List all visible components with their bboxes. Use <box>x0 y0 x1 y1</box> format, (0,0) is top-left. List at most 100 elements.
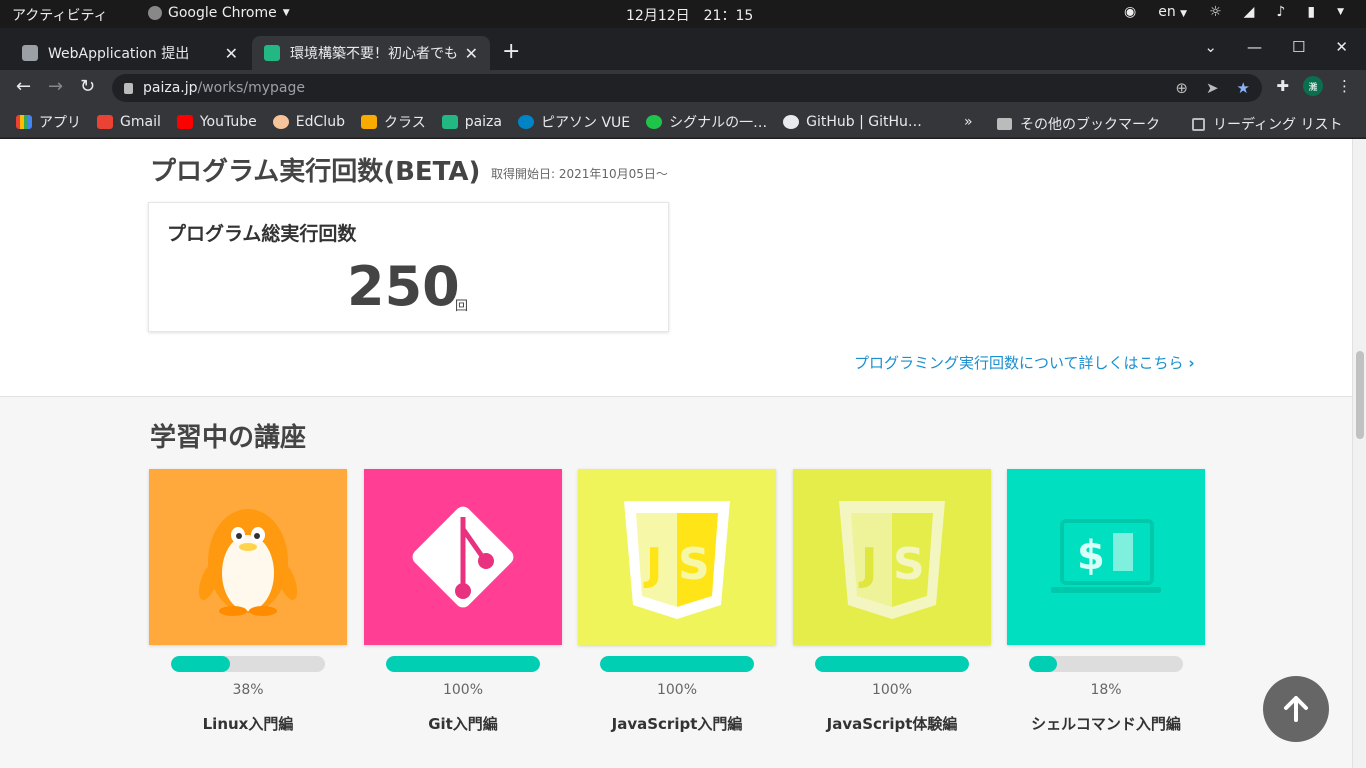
course-name[interactable]: Git入門編 <box>364 713 562 734</box>
bookmark-class[interactable]: クラス <box>360 112 426 132</box>
bookmark-edclub[interactable]: EdClub <box>272 114 345 130</box>
discord-icon[interactable]: ◉ <box>1124 4 1136 20</box>
scrollbar-thumb[interactable] <box>1356 351 1364 439</box>
progress-bar <box>600 656 754 672</box>
bookmark-gmail[interactable]: Gmail <box>97 114 161 130</box>
course-card-git[interactable]: 100% Git入門編 <box>364 469 562 734</box>
bookmark-youtube[interactable]: YouTube <box>176 113 257 130</box>
bookmark-label: ピアソン VUE <box>541 114 631 131</box>
course-card-javascript-intro[interactable]: J S 100% JavaScript入門編 <box>578 469 776 734</box>
url-path: /works/mypage <box>197 80 306 96</box>
tab-webapplication[interactable]: WebApplication 提出 ✕ <box>10 36 250 70</box>
svg-text:J: J <box>858 539 877 590</box>
minimize-icon[interactable]: — <box>1247 38 1262 56</box>
folder-icon <box>997 118 1012 130</box>
bookmark-pearson[interactable]: ピアソン VUE <box>518 112 630 132</box>
progress-percent: 100% <box>442 682 484 698</box>
bookmark-paiza[interactable]: paiza <box>441 113 502 130</box>
svg-text:S: S <box>893 539 925 590</box>
tab-paiza[interactable]: 環境構築不要！初心者でも ✕ <box>252 36 490 70</box>
volume-icon[interactable]: ♪ <box>1276 4 1285 20</box>
bookmark-signal[interactable]: シグナルの一… <box>646 112 767 132</box>
exec-details-link[interactable]: プログラミング実行回数について詳しくはこちら › <box>854 352 1195 373</box>
course-card-shell[interactable]: $ 18% シェルコマンド入門編 <box>1007 469 1205 734</box>
lock-icon[interactable] <box>124 82 133 94</box>
page-viewport: プログラム実行回数(BETA) 取得開始日: 2021年10月05日〜 プログラ… <box>0 139 1352 768</box>
brightness-icon[interactable]: ☼ <box>1209 4 1222 20</box>
profile-avatar[interactable]: 灘 <box>1303 76 1323 96</box>
course-card-linux[interactable]: 38% Linux入門編 <box>149 469 347 734</box>
reload-icon[interactable]: ↻ <box>80 76 95 97</box>
javascript-shield-icon: J S <box>578 469 776 645</box>
course-card-javascript-trial[interactable]: J S 100% JavaScript体験編 <box>793 469 991 734</box>
clock[interactable]: 12月12日 21：15 <box>626 5 753 25</box>
svg-text:S: S <box>678 539 710 590</box>
extensions-area: ✚ 灘 ⋮ <box>1276 76 1352 96</box>
close-icon[interactable]: ✕ <box>465 44 478 63</box>
other-bookmarks-button[interactable]: その他のブックマーク <box>997 114 1160 134</box>
language-indicator[interactable]: en ▼ <box>1158 4 1187 20</box>
course-thumbnail[interactable]: J S <box>578 469 776 645</box>
address-bar[interactable]: paiza.jp/works/mypage ⊕ ➤ ★ <box>112 74 1262 102</box>
wifi-icon[interactable]: ◢ <box>1244 4 1255 20</box>
zoom-icon[interactable]: ⊕ <box>1175 79 1188 97</box>
other-bookmarks-label: その他のブックマーク <box>1020 117 1160 133</box>
battery-icon[interactable]: ▮ <box>1307 4 1315 20</box>
extensions-puzzle-icon[interactable]: ✚ <box>1276 77 1289 95</box>
bookmarks-overflow-button[interactable]: » <box>964 114 973 130</box>
course-name[interactable]: シェルコマンド入門編 <box>1007 713 1205 734</box>
language-label: en <box>1158 4 1176 20</box>
system-tray[interactable]: ◉ en ▼ ☼ ◢ ♪ ▮ ▼ <box>1124 4 1344 20</box>
progress-fill <box>815 656 969 672</box>
course-name[interactable]: JavaScript入門編 <box>578 713 776 734</box>
bookmark-apps[interactable]: アプリ <box>16 112 81 132</box>
course-thumbnail[interactable]: $ <box>1007 469 1205 645</box>
back-arrow-icon[interactable]: ← <box>16 76 31 97</box>
course-thumbnail[interactable] <box>364 469 562 645</box>
github-icon <box>783 114 800 129</box>
close-icon[interactable]: ✕ <box>225 44 238 63</box>
new-tab-button[interactable]: + <box>502 39 520 64</box>
send-to-device-icon[interactable]: ➤ <box>1206 79 1219 97</box>
bookmark-star-icon[interactable]: ★ <box>1237 79 1250 97</box>
exec-count-card: プログラム総実行回数 250 回 <box>148 202 669 332</box>
chevron-right-icon: › <box>1188 354 1195 372</box>
linux-penguin-icon <box>149 469 347 645</box>
bookmark-label: YouTube <box>199 113 257 130</box>
progress-fill <box>386 656 540 672</box>
maximize-icon[interactable]: ☐ <box>1292 38 1305 56</box>
progress-fill <box>171 656 230 672</box>
app-menu[interactable]: Google Chrome ▼ <box>148 5 290 21</box>
course-name[interactable]: JavaScript体験編 <box>793 713 991 734</box>
classroom-favicon-icon <box>22 45 38 61</box>
reading-list-button[interactable]: リーディング リスト <box>1192 114 1342 134</box>
progress-bar <box>386 656 540 672</box>
address-bar-actions: ⊕ ➤ ★ <box>1175 79 1250 97</box>
menu-kebab-icon[interactable]: ⋮ <box>1337 77 1352 95</box>
window-controls: ⌄ — ☐ ✕ <box>1204 38 1348 56</box>
course-name[interactable]: Linux入門編 <box>149 713 347 734</box>
window-close-icon[interactable]: ✕ <box>1335 38 1348 56</box>
bookmark-label: paiza <box>464 113 502 130</box>
activities-button[interactable]: アクティビティ <box>12 5 108 25</box>
git-logo-icon <box>364 469 562 645</box>
url-host: paiza.jp <box>143 80 198 96</box>
progress-bar <box>1029 656 1183 672</box>
exec-count-unit: 回 <box>455 299 469 314</box>
scroll-to-top-button[interactable] <box>1263 676 1329 742</box>
forward-arrow-icon[interactable]: → <box>48 76 63 97</box>
tab-search-icon[interactable]: ⌄ <box>1204 38 1217 56</box>
course-thumbnail[interactable]: J S <box>793 469 991 645</box>
progress-percent: 18% <box>1090 682 1122 698</box>
page-scrollbar[interactable] <box>1352 139 1366 768</box>
exec-card-label: プログラム総実行回数 <box>167 223 357 245</box>
reading-list-icon <box>1192 117 1205 131</box>
reading-list-label: リーディング リスト <box>1213 117 1343 133</box>
progress-percent: 38% <box>232 682 264 698</box>
bookmark-github[interactable]: GitHub | GitHu… <box>783 114 922 130</box>
tab-title: 環境構築不要！初心者でも <box>290 46 458 62</box>
course-thumbnail[interactable] <box>149 469 347 645</box>
progress-fill <box>1029 656 1057 672</box>
chevron-down-icon[interactable]: ▼ <box>1337 7 1344 17</box>
bookmark-label: Gmail <box>120 113 161 130</box>
